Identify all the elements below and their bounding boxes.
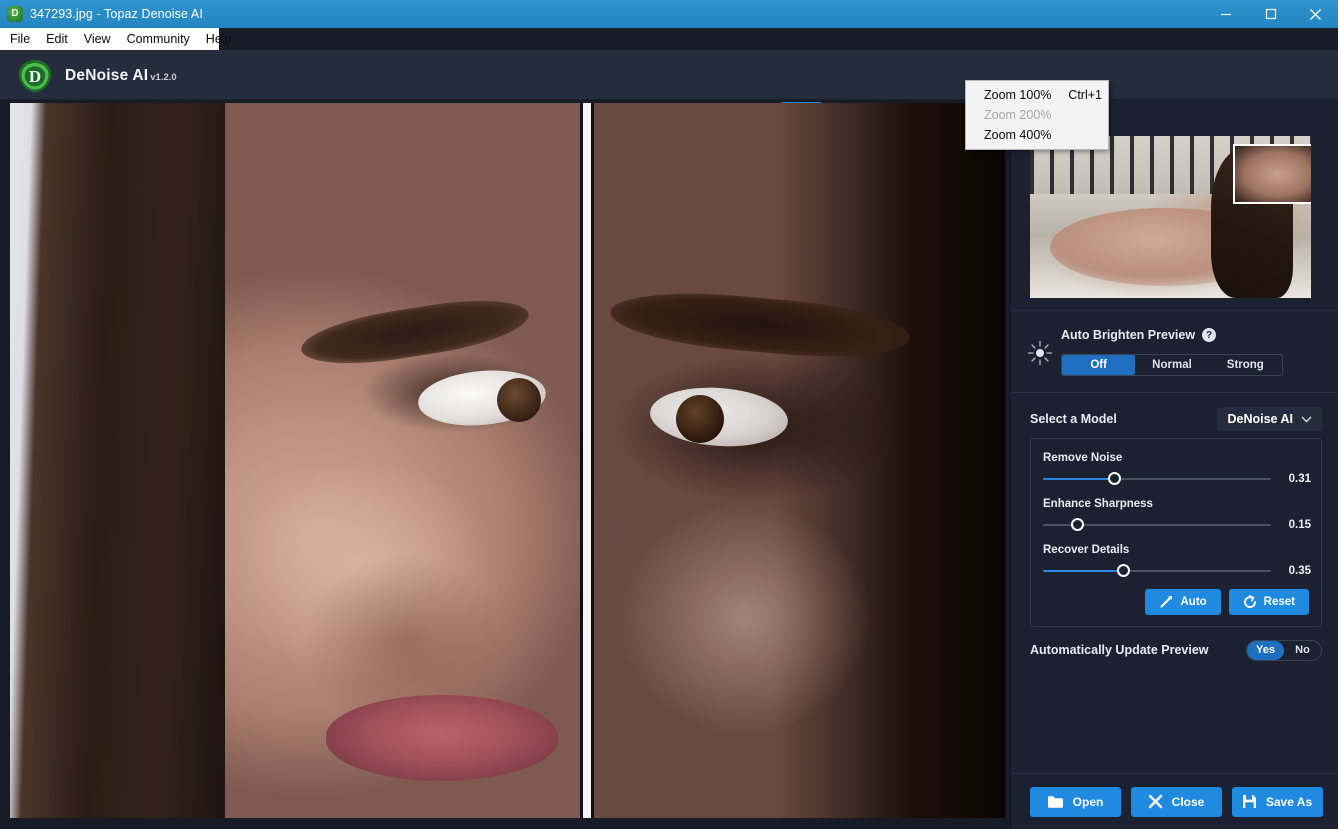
close-button-label: Close (1172, 795, 1205, 809)
open-button-label: Open (1073, 795, 1104, 809)
auto-update-no[interactable]: No (1284, 641, 1321, 660)
model-dropdown[interactable]: DeNoise AI (1217, 407, 1322, 431)
slider-recover-details-fill (1043, 570, 1123, 572)
zoom-dropdown-menu: Zoom 100% Ctrl+1 Zoom 200% Zoom 400% (965, 80, 1109, 150)
auto-brighten-option-strong[interactable]: Strong (1209, 355, 1282, 375)
auto-update-toggle: Yes No (1246, 640, 1322, 661)
auto-update-yes[interactable]: Yes (1247, 641, 1284, 660)
slider-recover-details-label: Recover Details (1043, 544, 1311, 556)
panel-divider-2 (1013, 392, 1338, 393)
slider-enhance-sharpness-track[interactable] (1043, 524, 1271, 526)
slider-recover-details-track[interactable] (1043, 570, 1271, 572)
slider-recover-details-knob[interactable] (1117, 564, 1130, 577)
model-selection-row: Select a Model DeNoise AI (1030, 405, 1322, 433)
slider-enhance-sharpness-knob[interactable] (1071, 518, 1084, 531)
slider-remove-noise: Remove Noise 0.31 (1043, 452, 1311, 485)
folder-icon (1047, 795, 1064, 809)
navigator-selection-preview (1235, 146, 1311, 202)
menu-bar: File Edit View Community Help (0, 28, 219, 50)
auto-brighten-option-normal[interactable]: Normal (1135, 355, 1208, 375)
maximize-icon[interactable] (1248, 0, 1293, 28)
split-divider-handle[interactable] (580, 103, 594, 818)
auto-brighten-option-off[interactable]: Off (1062, 355, 1135, 375)
slider-remove-noise-fill (1043, 478, 1114, 480)
lips-shape (326, 695, 558, 781)
window-controls (1203, 0, 1338, 28)
brand-block: D DeNoise AI v1.2.0 (16, 57, 177, 95)
slider-enhance-sharpness: Enhance Sharpness 0.15 (1043, 498, 1311, 531)
minimize-icon[interactable] (1203, 0, 1248, 28)
brand-version: v1.2.0 (150, 72, 176, 83)
chevron-down-icon (1301, 416, 1312, 423)
auto-button-label: Auto (1180, 596, 1206, 608)
menu-help[interactable]: Help (206, 32, 232, 46)
menu-bar-filler (219, 28, 1338, 50)
open-button[interactable]: Open (1030, 787, 1121, 817)
brand-name: DeNoise AI (65, 67, 148, 85)
menu-view[interactable]: View (84, 32, 111, 46)
model-label: Select a Model (1030, 412, 1117, 426)
iris-shape (497, 378, 541, 422)
preview-half-processed (594, 103, 1005, 818)
x-icon (1148, 794, 1163, 809)
panel-divider-1 (1013, 310, 1338, 311)
model-value: DeNoise AI (1227, 412, 1293, 426)
zoom-menu-item-200[interactable]: Zoom 200% (966, 105, 1108, 125)
panel-action-bar: Open Close Save As (1013, 773, 1338, 829)
close-button[interactable]: Close (1131, 787, 1222, 817)
auto-brighten-segmented-control: Off Normal Strong (1061, 354, 1283, 376)
adjustment-sliders-card: Remove Noise 0.31 Enhance Sharpness 0.15 (1030, 438, 1322, 627)
refresh-circle-icon (1243, 595, 1257, 609)
title-bar: D 347293.jpg - Topaz Denoise AI (0, 0, 1338, 28)
slider-enhance-sharpness-value: 0.15 (1281, 519, 1311, 531)
slider-enhance-sharpness-label: Enhance Sharpness (1043, 498, 1311, 510)
help-icon[interactable]: ? (1202, 328, 1216, 342)
zoom-menu-item-400[interactable]: Zoom 400% (966, 125, 1108, 145)
magic-wand-icon (1159, 595, 1173, 609)
navigator-thumbnail[interactable] (1030, 136, 1311, 298)
slider-remove-noise-value: 0.31 (1281, 473, 1311, 485)
navigator-selection-rect[interactable] (1233, 144, 1311, 204)
preview-photo-right (594, 103, 1005, 818)
reset-button[interactable]: Reset (1229, 589, 1309, 615)
app-toolbar: D DeNoise AI v1.2.0 Split (0, 50, 1338, 100)
zoom-menu-item-100-label: Zoom 100% (984, 88, 1051, 102)
iris-shape-right (676, 395, 724, 443)
brightness-sun-icon (1027, 340, 1053, 366)
save-as-button-label: Save As (1266, 795, 1312, 809)
denoise-logo-icon: D (16, 57, 54, 95)
app-window: D 347293.jpg - Topaz Denoise AI File Edi… (0, 0, 1338, 829)
menu-file[interactable]: File (10, 32, 30, 46)
window-title: 347293.jpg - Topaz Denoise AI (30, 7, 203, 21)
slider-remove-noise-knob[interactable] (1108, 472, 1121, 485)
settings-panel: Auto Brighten Preview ? Off Normal Stron… (1012, 100, 1338, 829)
zoom-menu-item-400-label: Zoom 400% (984, 128, 1051, 142)
hair-left-decoration (10, 103, 225, 818)
reset-button-label: Reset (1264, 596, 1295, 608)
auto-brighten-header: Auto Brighten Preview ? (1061, 328, 1216, 342)
auto-button[interactable]: Auto (1145, 589, 1220, 615)
save-as-button[interactable]: Save As (1232, 787, 1323, 817)
close-icon[interactable] (1293, 0, 1338, 28)
preview-half-original (10, 103, 580, 818)
slider-recover-details-value: 0.35 (1281, 565, 1311, 577)
zoom-menu-item-100[interactable]: Zoom 100% Ctrl+1 (966, 85, 1108, 105)
slider-recover-details: Recover Details 0.35 (1043, 544, 1311, 577)
zoom-menu-item-200-label: Zoom 200% (984, 108, 1051, 122)
slider-remove-noise-label: Remove Noise (1043, 452, 1311, 464)
cheek-highlight-right (620, 503, 870, 733)
slider-remove-noise-track[interactable] (1043, 478, 1271, 480)
slider-card-actions: Auto Reset (1145, 589, 1309, 615)
app-logo-icon: D (7, 6, 23, 22)
menu-community[interactable]: Community (127, 32, 190, 46)
menu-edit[interactable]: Edit (46, 32, 68, 46)
auto-brighten-label: Auto Brighten Preview (1061, 328, 1195, 342)
zoom-menu-item-100-accel: Ctrl+1 (1056, 88, 1102, 102)
floppy-disk-icon (1242, 794, 1257, 809)
auto-update-label: Automatically Update Preview (1030, 643, 1209, 657)
svg-text:D: D (29, 67, 41, 86)
image-preview-canvas[interactable] (10, 103, 1005, 818)
auto-update-row: Automatically Update Preview Yes No (1030, 638, 1322, 662)
